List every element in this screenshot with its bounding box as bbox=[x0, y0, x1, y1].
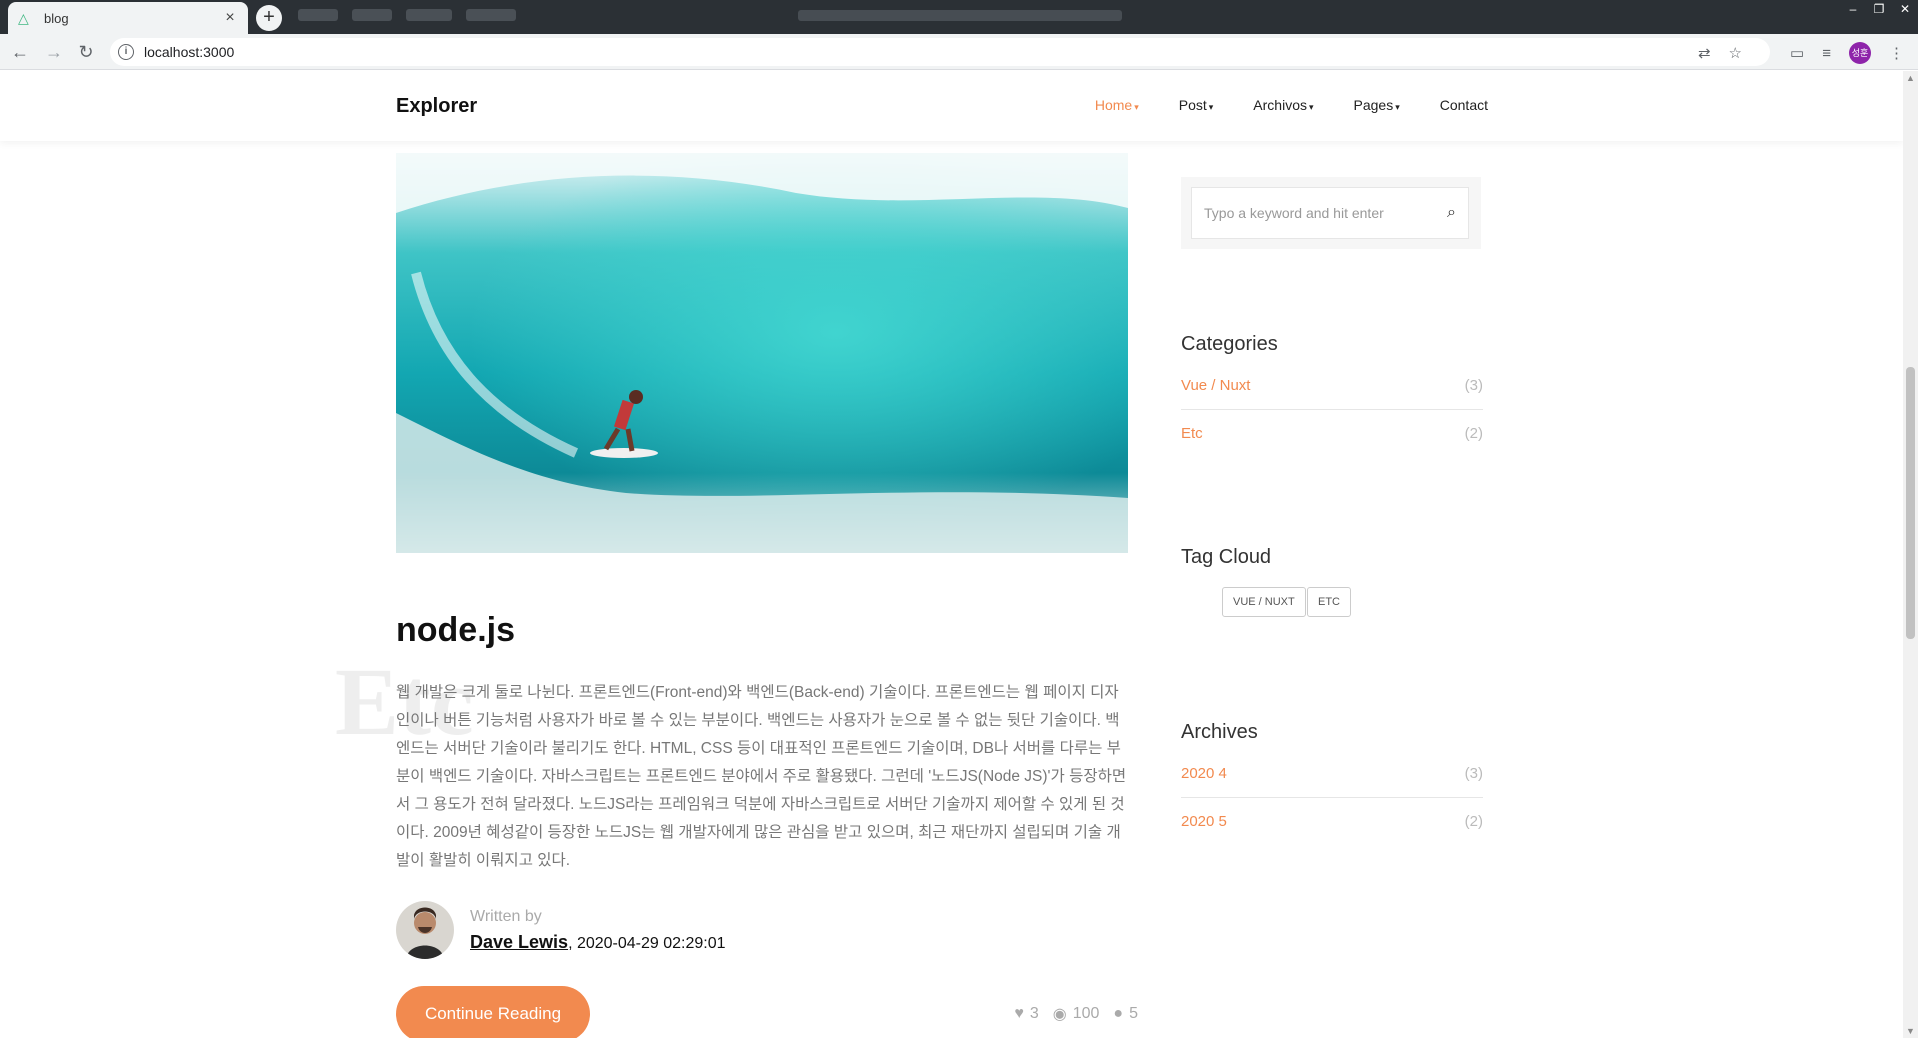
new-tab-button[interactable]: + bbox=[256, 5, 282, 31]
category-label: Vue / Nuxt bbox=[1181, 376, 1251, 394]
category-item[interactable]: Etc (2) bbox=[1181, 409, 1483, 457]
archive-item[interactable]: 2020 4 (3) bbox=[1181, 749, 1483, 797]
author-name-link[interactable]: Dave Lewis bbox=[470, 932, 568, 952]
forward-arrow-icon[interactable]: → bbox=[42, 40, 66, 64]
views-count: 100 bbox=[1072, 1005, 1100, 1022]
page-scrollbar[interactable]: ▲ ▼ bbox=[1903, 71, 1918, 1038]
menu-item-archivos[interactable]: Archivos ▾ bbox=[1253, 97, 1313, 113]
page-viewport: Explorer Home ▾ Post ▾ Archivos ▾ Pages ▾ Co… bbox=[0, 71, 1918, 1038]
menu-label: Pages bbox=[1353, 97, 1394, 113]
browser-titlebar: △ blog × + – ❐ ✕ bbox=[0, 0, 1918, 34]
post-meta: ♥ 3 ◉ 100 ● 5 bbox=[1014, 1004, 1138, 1024]
menu-item-post[interactable]: Post ▾ bbox=[1179, 97, 1214, 113]
caret-down-icon: ▾ bbox=[1395, 102, 1400, 112]
post-author: Written by Dave Lewis, 2020-04-29 02:29:… bbox=[396, 901, 726, 959]
site-brand[interactable]: Explorer bbox=[396, 95, 477, 118]
search-placeholder: Typo a keyword and hit enter bbox=[1204, 205, 1384, 221]
url-text: localhost:3000 bbox=[144, 44, 235, 60]
menu-label: Archivos bbox=[1253, 97, 1307, 113]
menu-item-contact[interactable]: Contact bbox=[1440, 97, 1488, 113]
address-bar[interactable]: i localhost:3000 bbox=[110, 38, 1770, 66]
window-controls: – ❐ ✕ bbox=[1840, 0, 1918, 20]
nuxt-favicon-icon: △ bbox=[18, 10, 29, 26]
continue-reading-button[interactable]: Continue Reading bbox=[396, 986, 590, 1038]
category-item[interactable]: Vue / Nuxt (3) bbox=[1181, 361, 1483, 409]
category-count: (3) bbox=[1464, 376, 1483, 394]
main-menu: Home ▾ Post ▾ Archivos ▾ Pages ▾ Contact bbox=[1095, 97, 1488, 113]
comments-stat[interactable]: ● 5 bbox=[1113, 1004, 1138, 1024]
close-window-icon[interactable]: ✕ bbox=[1892, 0, 1918, 20]
browser-tab[interactable]: △ blog × bbox=[8, 2, 248, 34]
blurred-window-title bbox=[798, 10, 1122, 21]
omnibox-actions: ⇄ ☆ bbox=[1698, 44, 1742, 62]
archive-count: (3) bbox=[1464, 764, 1483, 782]
heart-icon: ♥ bbox=[1014, 1005, 1024, 1022]
menu-item-pages[interactable]: Pages ▾ bbox=[1354, 97, 1400, 113]
cast-icon[interactable]: ▭ bbox=[1790, 44, 1804, 62]
translate-icon[interactable]: ⇄ bbox=[1698, 44, 1711, 62]
profile-avatar[interactable]: 성훈 bbox=[1849, 42, 1871, 64]
eye-icon: ◉ bbox=[1052, 1006, 1067, 1023]
caret-down-icon: ▾ bbox=[1308, 102, 1314, 112]
browser-menu-icon[interactable]: ⋮ bbox=[1889, 44, 1904, 62]
scroll-down-icon[interactable]: ▼ bbox=[1906, 1026, 1915, 1036]
tag-cloud-heading: Tag Cloud bbox=[1181, 546, 1272, 568]
search-input[interactable]: Typo a keyword and hit enter ⌕ bbox=[1191, 187, 1469, 239]
site-info-icon[interactable]: i bbox=[118, 44, 134, 60]
search-icon[interactable]: ⌕ bbox=[1447, 204, 1456, 222]
archive-label: 2020 4 bbox=[1181, 764, 1227, 782]
blurred-tabs bbox=[298, 9, 516, 23]
comments-count: 5 bbox=[1129, 1005, 1138, 1022]
category-count: (2) bbox=[1464, 424, 1483, 442]
post-excerpt: 웹 개발은 크게 둘로 나뉜다. 프론트엔드(Front-end)와 백엔드(B… bbox=[396, 684, 1127, 869]
reading-list-icon[interactable]: ≡ bbox=[1822, 45, 1831, 62]
reload-icon[interactable]: ↻ bbox=[74, 40, 98, 64]
archives-heading: Archives bbox=[1181, 721, 1258, 743]
bookmark-star-icon[interactable]: ☆ bbox=[1729, 44, 1742, 62]
category-label: Etc bbox=[1181, 424, 1203, 442]
scroll-up-icon[interactable]: ▲ bbox=[1906, 73, 1915, 83]
menu-item-home[interactable]: Home ▾ bbox=[1095, 97, 1139, 113]
archive-label: 2020 5 bbox=[1181, 812, 1227, 830]
archive-item[interactable]: 2020 5 (2) bbox=[1181, 797, 1483, 845]
post-title[interactable]: node.js bbox=[396, 611, 515, 650]
menu-label: Home bbox=[1094, 97, 1133, 113]
tag-vue-nuxt[interactable]: VUE / NUXT bbox=[1222, 587, 1306, 617]
post-hero-image[interactable] bbox=[396, 153, 1128, 553]
caret-down-icon: ▾ bbox=[1208, 102, 1214, 112]
author-avatar[interactable] bbox=[396, 901, 454, 959]
back-arrow-icon[interactable]: ← bbox=[8, 40, 32, 64]
scroll-thumb[interactable] bbox=[1906, 367, 1915, 639]
author-line: Dave Lewis, 2020-04-29 02:29:01 bbox=[470, 932, 726, 953]
menu-label: Post bbox=[1178, 97, 1207, 113]
site-navbar: Explorer Home ▾ Post ▾ Archivos ▾ Pages ▾ Co… bbox=[0, 71, 1903, 141]
views-stat: ◉ 100 bbox=[1053, 1004, 1100, 1024]
sidebar-search: Typo a keyword and hit enter ⌕ bbox=[1181, 177, 1481, 249]
written-by-label: Written by bbox=[470, 907, 542, 925]
tab-title: blog bbox=[44, 10, 69, 26]
archive-count: (2) bbox=[1464, 812, 1483, 830]
categories-heading: Categories bbox=[1181, 333, 1278, 355]
post-date: , 2020-04-29 02:29:01 bbox=[568, 934, 726, 952]
minimize-icon[interactable]: – bbox=[1840, 0, 1866, 20]
browser-toolbar: ← → ↻ i localhost:3000 ⇄ ☆ ▭ ≡ 성훈 ⋮ bbox=[0, 34, 1918, 70]
comment-icon: ● bbox=[1113, 1005, 1124, 1022]
menu-label: Contact bbox=[1439, 97, 1488, 113]
tag-etc[interactable]: ETC bbox=[1307, 587, 1351, 617]
restore-icon[interactable]: ❐ bbox=[1866, 0, 1892, 20]
likes-count: 3 bbox=[1029, 1005, 1039, 1022]
extension-area: ▭ ≡ 성훈 ⋮ bbox=[1790, 42, 1904, 64]
tab-close-icon[interactable]: × bbox=[222, 9, 238, 27]
caret-down-icon: ▾ bbox=[1134, 102, 1139, 112]
likes-stat[interactable]: ♥ 3 bbox=[1014, 1004, 1038, 1024]
